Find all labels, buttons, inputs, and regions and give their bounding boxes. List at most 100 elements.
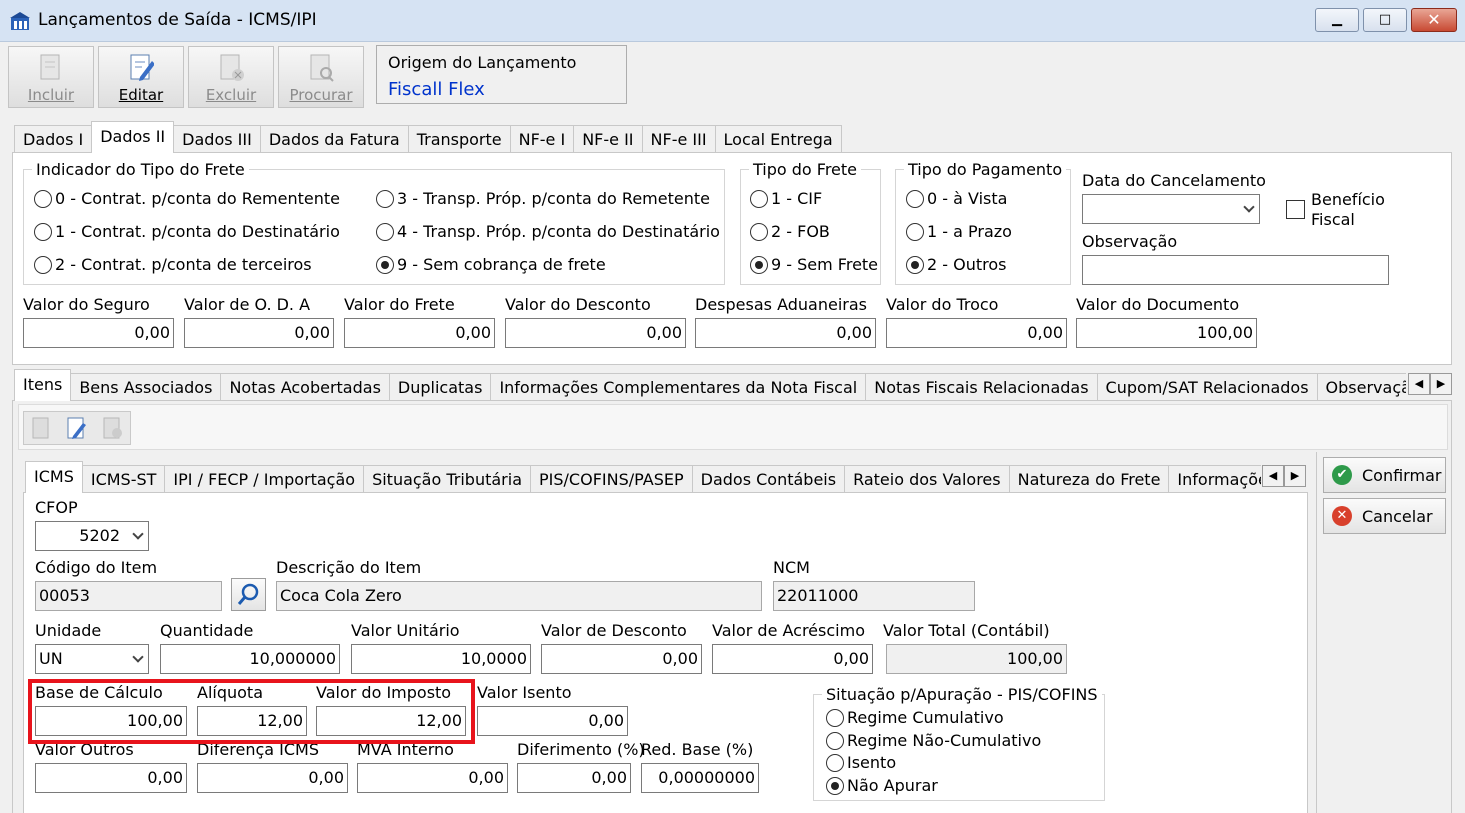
radio-icon: [376, 189, 394, 208]
frete-option-9[interactable]: 9 - Sem cobrança de frete: [376, 255, 606, 274]
delete-item-icon[interactable]: [99, 415, 125, 441]
sub-tab-4[interactable]: Informações Complementares da Nota Fisca…: [490, 373, 867, 401]
close-button[interactable]: ✕: [1411, 8, 1457, 32]
valor-oda-input[interactable]: 0,00: [184, 318, 334, 348]
valor-frete-input[interactable]: 0,00: [344, 318, 495, 348]
sub-tab-7[interactable]: Observação d: [1316, 373, 1406, 401]
sub-tab-5[interactable]: Notas Fiscais Relacionadas: [865, 373, 1098, 401]
observacao-input[interactable]: [1082, 255, 1389, 285]
pagamento-option-1[interactable]: 1 - a Prazo: [906, 222, 1012, 241]
apuracao-option-isento[interactable]: Isento: [826, 753, 896, 772]
sub-tab-6[interactable]: Cupom/SAT Relacionados: [1096, 373, 1318, 401]
codigo-item-input[interactable]: 00053: [35, 581, 222, 611]
item-tab-6[interactable]: Rateio dos Valores: [844, 465, 1010, 493]
main-tab-7[interactable]: NF-e III: [641, 125, 716, 153]
valor-total-input[interactable]: 100,00: [886, 644, 1067, 674]
despesas-aduaneiras-input[interactable]: 0,00: [695, 318, 876, 348]
origem-value: Fiscall Flex: [388, 79, 485, 100]
sub-tab-3[interactable]: Duplicatas: [388, 373, 492, 401]
tipo-frete-option-2[interactable]: 2 - FOB: [750, 222, 830, 241]
main-tab-8[interactable]: Local Entrega: [714, 125, 842, 153]
diferimento-input[interactable]: 0,00: [517, 763, 631, 793]
scroll-left-icon[interactable]: ◀: [1408, 373, 1430, 395]
diferenca-icms-input[interactable]: 0,00: [197, 763, 348, 793]
radio-selected-icon: [376, 255, 394, 274]
valor-documento-input[interactable]: 100,00: [1076, 318, 1257, 348]
main-tab-2[interactable]: Dados III: [173, 125, 261, 153]
radio-icon: [906, 189, 924, 208]
scroll-left-icon[interactable]: ◀: [1262, 465, 1284, 487]
main-tab-0[interactable]: Dados I: [14, 125, 93, 153]
item-tab-7[interactable]: Natureza do Frete: [1008, 465, 1170, 493]
minimize-button[interactable]: ▁: [1315, 8, 1359, 32]
frete-option-4[interactable]: 4 - Transp. Próp. p/conta do Destinatári…: [376, 222, 720, 241]
tipo-frete-option-1[interactable]: 1 - CIF: [750, 189, 822, 208]
item-tab-4[interactable]: PIS/COFINS/PASEP: [530, 465, 693, 493]
item-tab-2[interactable]: IPI / FECP / Importação: [164, 465, 365, 493]
search-item-button[interactable]: [231, 578, 266, 611]
scroll-right-icon[interactable]: ▶: [1284, 465, 1306, 487]
pagamento-option-0[interactable]: 0 - à Vista: [906, 189, 1007, 208]
valor-troco-label: Valor do Troco: [886, 295, 999, 314]
unidade-select[interactable]: UN: [35, 644, 149, 674]
apuracao-option-nao-apurar[interactable]: Não Apurar: [826, 776, 938, 795]
valor-frete-label: Valor do Frete: [344, 295, 455, 314]
sub-tab-0[interactable]: Itens: [14, 369, 72, 401]
valor-desconto-input[interactable]: 0,00: [505, 318, 686, 348]
main-tab-1[interactable]: Dados II: [91, 121, 175, 153]
red-base-input[interactable]: 0,00000000: [641, 763, 759, 793]
incluir-button[interactable]: Incluir: [8, 46, 94, 108]
red-base-label: Red. Base (%): [641, 740, 754, 759]
sub-tab-2[interactable]: Notas Acobertadas: [220, 373, 390, 401]
main-tab-6[interactable]: NF-e II: [573, 125, 643, 153]
beneficio-fiscal-checkbox[interactable]: [1286, 200, 1305, 219]
valor-isento-input[interactable]: 0,00: [477, 706, 628, 736]
apuracao-option-cumulativo[interactable]: Regime Cumulativo: [826, 708, 1004, 727]
valor-troco-input[interactable]: 0,00: [886, 318, 1067, 348]
valor-unitario-input[interactable]: 10,0000: [351, 644, 531, 674]
ncm-input[interactable]: 22011000: [773, 581, 975, 611]
cancelar-button[interactable]: ✕ Cancelar: [1323, 498, 1446, 534]
new-item-icon[interactable]: [28, 415, 54, 441]
item-tab-5[interactable]: Dados Contábeis: [691, 465, 846, 493]
main-tab-5[interactable]: NF-e I: [509, 125, 575, 153]
pagamento-option-2[interactable]: 2 - Outros: [906, 255, 1006, 274]
frete-option-1[interactable]: 1 - Contrat. p/conta do Destinatário: [34, 222, 340, 241]
valor-acrescimo-input[interactable]: 0,00: [712, 644, 873, 674]
sub-tab-1[interactable]: Bens Associados: [70, 373, 222, 401]
item-tab-1[interactable]: ICMS-ST: [81, 465, 166, 493]
cfop-select[interactable]: 5202: [35, 521, 149, 551]
valor-desconto-item-input[interactable]: 0,00: [541, 644, 702, 674]
data-cancelamento-picker[interactable]: [1082, 194, 1260, 224]
main-tab-3[interactable]: Dados da Fatura: [259, 125, 409, 153]
edit-item-icon[interactable]: [63, 415, 89, 441]
frete-option-3[interactable]: 3 - Transp. Próp. p/conta do Remetente: [376, 189, 710, 208]
procurar-button[interactable]: Procurar: [278, 46, 364, 108]
excluir-button[interactable]: Excluir: [188, 46, 274, 108]
frete-option-0[interactable]: 0 - Contrat. p/conta do Rementente: [34, 189, 340, 208]
scroll-right-icon[interactable]: ▶: [1430, 373, 1452, 395]
valor-seguro-input[interactable]: 0,00: [23, 318, 174, 348]
item-tab-0[interactable]: ICMS: [25, 461, 83, 493]
frete-option-2[interactable]: 2 - Contrat. p/conta de terceiros: [34, 255, 312, 274]
descricao-item-input[interactable]: Coca Cola Zero: [276, 581, 762, 611]
valor-outros-input[interactable]: 0,00: [35, 763, 187, 793]
procurar-label: Procurar: [289, 86, 353, 104]
valor-unitario-label: Valor Unitário: [351, 621, 460, 640]
confirmar-button[interactable]: ✔ Confirmar: [1323, 457, 1446, 493]
tipo-frete-option-9[interactable]: 9 - Sem Frete: [750, 255, 878, 274]
pagamento-option-1-label: 1 - a Prazo: [927, 222, 1012, 241]
search-document-icon: [310, 54, 334, 82]
item-tab-3[interactable]: Situação Tributária: [363, 465, 532, 493]
main-tab-4[interactable]: Transporte: [407, 125, 511, 153]
building-icon: [10, 12, 30, 30]
mva-interno-input[interactable]: 0,00: [357, 763, 508, 793]
quantidade-input[interactable]: 10,000000: [160, 644, 340, 674]
frete-option-0-label: 0 - Contrat. p/conta do Rementente: [55, 189, 340, 208]
maximize-button[interactable]: □: [1363, 8, 1407, 32]
item-tab-8[interactable]: Informações: [1168, 465, 1261, 493]
item-tabs: ICMS ICMS-ST IPI / FECP / Importação Situaç…: [25, 461, 1261, 493]
apuracao-option-nao-cumulativo[interactable]: Regime Não-Cumulativo: [826, 731, 1041, 750]
main-tabs: Dados I Dados II Dados III Dados da Fatura T…: [14, 121, 842, 153]
editar-button[interactable]: Editar: [98, 46, 184, 108]
